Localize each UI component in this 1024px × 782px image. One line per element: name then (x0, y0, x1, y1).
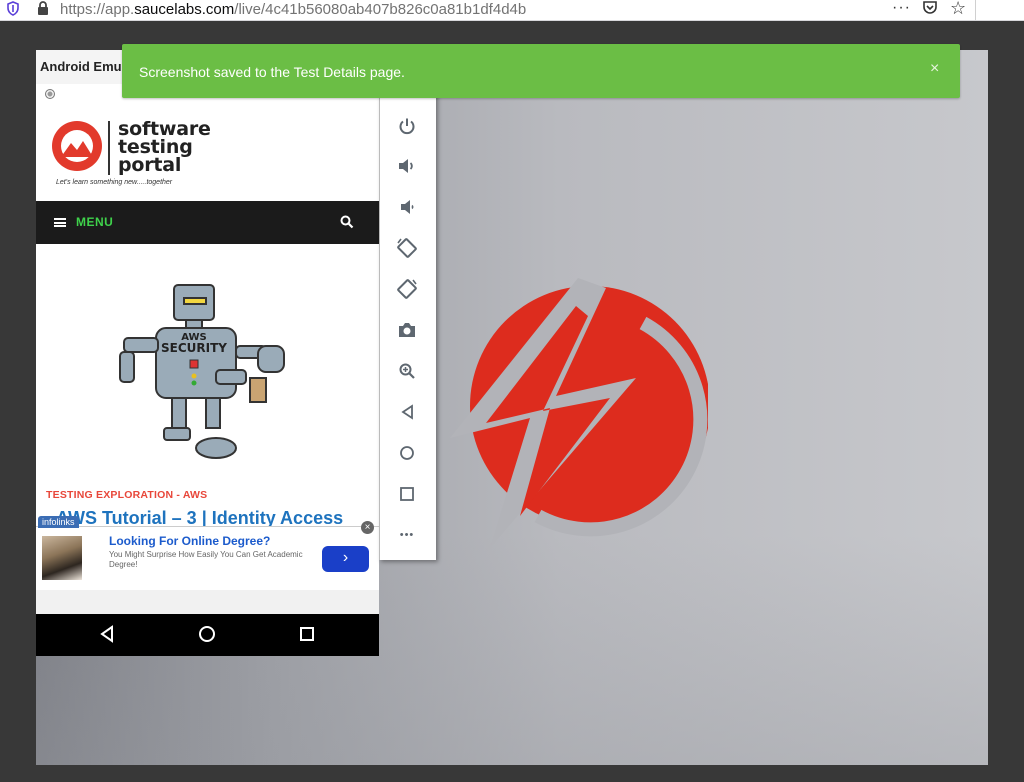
post-category[interactable]: TESTING EXPLORATION - AWS (46, 489, 207, 501)
volume-up-icon[interactable] (394, 153, 420, 179)
bookmark-star-icon[interactable]: ☆ (950, 0, 966, 19)
overview-icon[interactable] (394, 481, 420, 507)
toast-message: Screenshot saved to the Test Details pag… (139, 64, 405, 80)
nav-overview-icon[interactable] (299, 625, 315, 648)
site-brand-name[interactable]: software testing portal (118, 120, 211, 176)
ad-thumbnail-image[interactable] (42, 536, 82, 580)
pocket-icon[interactable] (922, 0, 938, 21)
site-header: software testing portal Let's learn some… (36, 104, 379, 201)
lock-icon[interactable] (36, 0, 50, 21)
more-icon[interactable]: ••• (394, 522, 420, 548)
nav-home-icon[interactable] (198, 625, 216, 648)
sauce-labs-logo (438, 248, 710, 573)
menu-button[interactable]: MENU (76, 215, 113, 229)
stp-logo-icon[interactable] (50, 119, 104, 178)
screenshot-saved-toast: Screenshot saved to the Test Details pag… (122, 44, 960, 98)
rotate-left-icon[interactable] (394, 235, 420, 261)
ad-go-button[interactable]: › (322, 546, 369, 572)
toast-close-button[interactable]: × (930, 60, 939, 78)
aws-security-robot-image[interactable]: AWS SECURITY (116, 280, 296, 475)
phone-screen[interactable]: software testing portal Let's learn some… (36, 84, 379, 656)
infolinks-tab[interactable]: infolinks (38, 516, 79, 528)
url-input[interactable]: https://app.saucelabs.com/live/4c41b5608… (60, 1, 526, 18)
page-footer-strip (36, 590, 379, 614)
camera-icon[interactable] (394, 317, 420, 343)
android-nav-bar (36, 614, 379, 656)
emulator-window-title: Android Emulator (36, 50, 126, 84)
notification-icon (45, 89, 55, 99)
tracking-shield-icon[interactable] (7, 1, 19, 21)
hamburger-icon[interactable] (54, 218, 66, 227)
robot-security-text: SECURITY (161, 341, 227, 355)
zoom-icon[interactable] (394, 358, 420, 384)
infolinks-ad-banner[interactable]: infolinks × Looking For Online Degree? Y… (36, 516, 379, 591)
volume-down-icon[interactable] (394, 194, 420, 220)
search-icon[interactable] (340, 215, 354, 234)
emulator-toolbar: ••• (379, 87, 436, 560)
nav-back-icon[interactable] (99, 625, 115, 648)
brand-line: portal (118, 154, 182, 176)
ad-description: You Might Surprise How Easily You Can Ge… (109, 550, 303, 569)
browser-url-bar: https://app.saucelabs.com/live/4c41b5608… (0, 0, 1024, 21)
power-icon[interactable] (394, 113, 420, 139)
rotate-right-icon[interactable] (394, 276, 420, 302)
page-actions-icon[interactable]: ··· (892, 0, 911, 17)
ad-close-button[interactable]: × (361, 521, 374, 534)
logo-divider (108, 121, 110, 175)
site-tagline: Let's learn something new.....together (56, 179, 173, 186)
site-menu-bar: MENU (36, 201, 379, 244)
home-icon[interactable] (394, 440, 420, 466)
ad-title[interactable]: Looking For Online Degree? (109, 534, 270, 548)
toolbar-divider (975, 0, 976, 20)
back-icon[interactable] (394, 399, 420, 425)
